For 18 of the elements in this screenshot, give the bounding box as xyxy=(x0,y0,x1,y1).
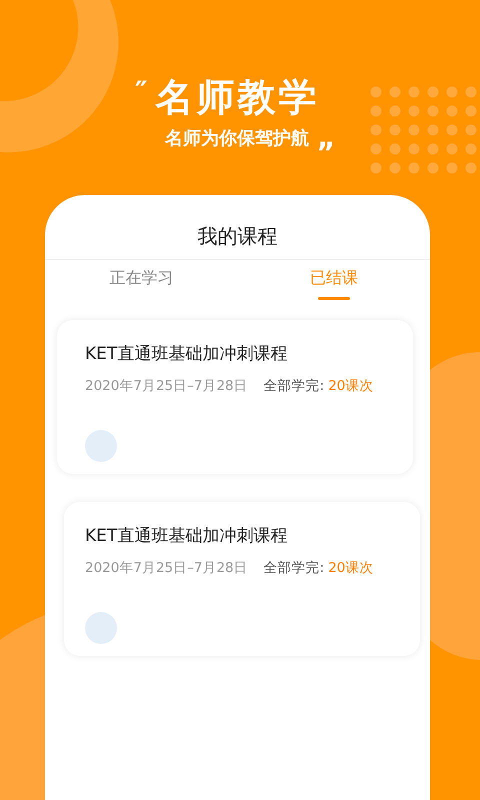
completion-label: 全部学完: xyxy=(264,558,324,578)
teacher-avatar xyxy=(85,430,117,462)
course-title: KET直通班基础加冲刺课程 xyxy=(85,344,288,364)
course-card[interactable]: KET直通班基础加冲刺课程 2020年7月25日–7月28日 全部学完: 20课次 xyxy=(57,320,413,474)
teacher-avatar xyxy=(85,612,117,644)
panel-title: 我的课程 xyxy=(198,224,278,248)
quote-mark: „ xyxy=(317,124,336,152)
completion-label: 全部学完: xyxy=(264,376,324,396)
course-card[interactable]: KET直通班基础加冲刺课程 2020年7月25日–7月28日 全部学完: 20课次 xyxy=(64,502,420,656)
hero-subtitle: 名师为你保驾护航 xyxy=(165,127,309,151)
lesson-count: 20课次 xyxy=(328,376,374,396)
quote-mark: ″ xyxy=(135,78,148,106)
course-dates: 2020年7月25日–7月28日 xyxy=(85,376,248,396)
course-title: KET直通班基础加冲刺课程 xyxy=(85,526,288,546)
hero-title: 名师教学 xyxy=(156,78,320,116)
lesson-count: 20课次 xyxy=(328,558,374,578)
course-dates: 2020年7月25日–7月28日 xyxy=(85,558,248,578)
tab[interactable]: 正在学习 xyxy=(45,260,238,300)
